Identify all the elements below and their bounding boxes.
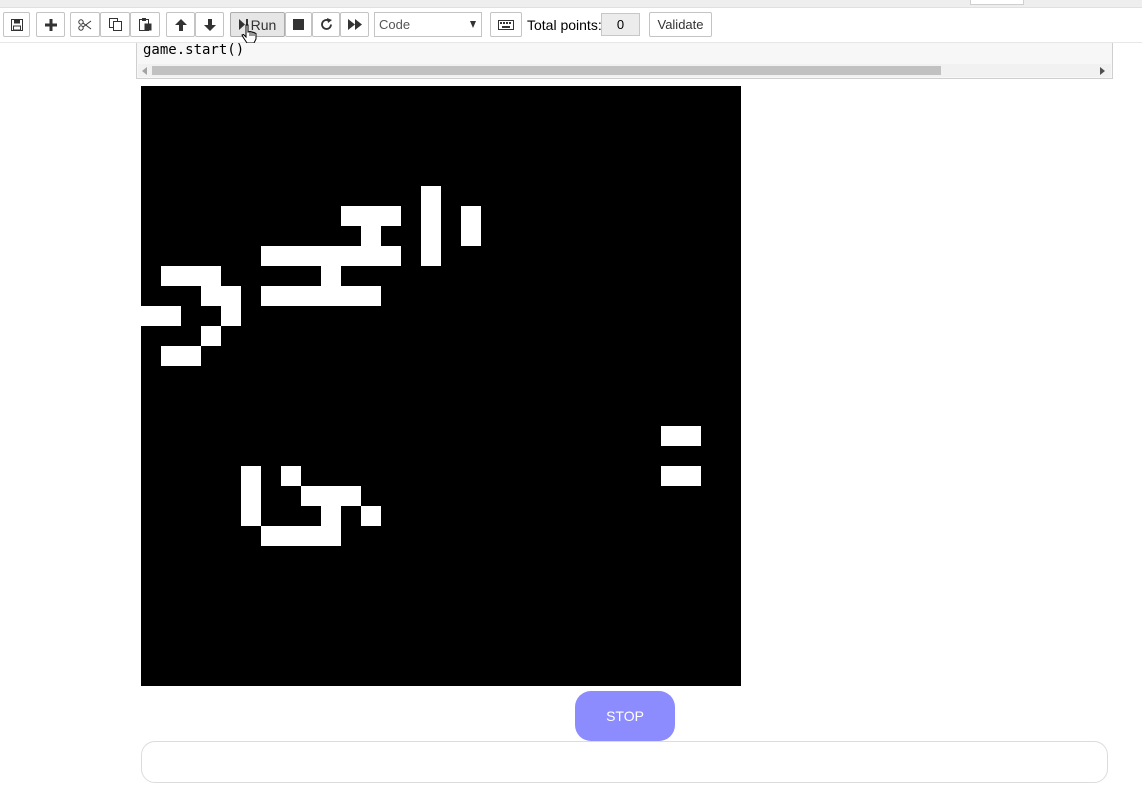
paste-icon bbox=[138, 18, 151, 31]
stop-button[interactable]: STOP bbox=[575, 691, 675, 741]
total-points-field[interactable]: 0 bbox=[601, 13, 640, 36]
horizontal-scrollbar[interactable] bbox=[138, 64, 1111, 77]
live-cell bbox=[301, 486, 321, 506]
live-cell bbox=[281, 286, 301, 306]
plus-icon bbox=[44, 18, 57, 31]
live-cell bbox=[421, 246, 441, 266]
live-cell bbox=[381, 246, 401, 266]
fast-forward-icon bbox=[347, 19, 362, 30]
live-cell bbox=[321, 506, 341, 526]
live-cell bbox=[221, 306, 241, 326]
live-cell bbox=[361, 246, 381, 266]
live-cell bbox=[361, 506, 381, 526]
command-palette-button[interactable] bbox=[490, 12, 522, 37]
live-cell bbox=[321, 526, 341, 546]
scroll-right-icon[interactable] bbox=[1100, 67, 1105, 75]
live-cell bbox=[321, 246, 341, 266]
live-cell bbox=[341, 286, 361, 306]
live-cell bbox=[661, 426, 681, 446]
interrupt-button[interactable] bbox=[285, 12, 312, 37]
total-points-label: Total points: bbox=[527, 17, 602, 33]
live-cell bbox=[241, 486, 261, 506]
live-cell bbox=[261, 526, 281, 546]
game-of-life-board[interactable] bbox=[141, 86, 741, 686]
live-cell bbox=[421, 206, 441, 226]
live-cell bbox=[141, 306, 161, 326]
live-cell bbox=[381, 206, 401, 226]
live-cell bbox=[341, 206, 361, 226]
hand-cursor-icon bbox=[241, 24, 257, 44]
move-down-button[interactable] bbox=[195, 12, 224, 37]
live-cell bbox=[321, 286, 341, 306]
restart-button[interactable] bbox=[312, 12, 340, 37]
live-cell bbox=[201, 326, 221, 346]
stop-square-icon bbox=[293, 19, 304, 30]
live-cell bbox=[181, 266, 201, 286]
live-cell bbox=[681, 426, 701, 446]
live-cell bbox=[681, 466, 701, 486]
keyboard-icon bbox=[498, 19, 514, 30]
live-cell bbox=[281, 526, 301, 546]
live-cell bbox=[261, 286, 281, 306]
paste-button[interactable] bbox=[130, 12, 160, 37]
live-cell bbox=[361, 226, 381, 246]
top-tab-edge bbox=[970, 0, 1024, 5]
run-all-button[interactable] bbox=[340, 12, 369, 37]
live-cell bbox=[461, 206, 481, 226]
live-cell bbox=[201, 266, 221, 286]
live-cell bbox=[421, 226, 441, 246]
arrow-down-icon bbox=[203, 18, 216, 31]
copy-icon bbox=[108, 18, 122, 31]
live-cell bbox=[301, 246, 321, 266]
cell-type-select[interactable]: Code bbox=[374, 12, 482, 37]
live-cell bbox=[341, 486, 361, 506]
code-cell[interactable]: game.start() bbox=[136, 43, 1113, 79]
live-cell bbox=[321, 486, 341, 506]
cell-type-value: Code bbox=[379, 17, 411, 32]
output-text-field[interactable] bbox=[141, 741, 1108, 783]
live-cell bbox=[281, 246, 301, 266]
validate-button[interactable]: Validate bbox=[649, 12, 712, 37]
insert-cell-button[interactable] bbox=[36, 12, 65, 37]
live-cell bbox=[241, 466, 261, 486]
move-up-button[interactable] bbox=[166, 12, 195, 37]
live-cell bbox=[221, 286, 241, 306]
live-cell bbox=[161, 306, 181, 326]
live-cell bbox=[461, 226, 481, 246]
live-cell bbox=[241, 506, 261, 526]
save-button[interactable] bbox=[3, 12, 30, 37]
copy-button[interactable] bbox=[100, 12, 130, 37]
live-cell bbox=[281, 466, 301, 486]
cut-button[interactable] bbox=[70, 12, 100, 37]
scissors-icon bbox=[78, 18, 92, 31]
notebook-toolbar: Run Code Total points: 0 Validate bbox=[0, 8, 1142, 43]
live-cell bbox=[321, 266, 341, 286]
restart-icon bbox=[320, 18, 332, 30]
live-cell bbox=[201, 286, 221, 306]
live-cell bbox=[161, 346, 181, 366]
live-cell bbox=[181, 346, 201, 366]
live-cell bbox=[301, 526, 321, 546]
live-cell bbox=[161, 266, 181, 286]
scrollbar-thumb[interactable] bbox=[152, 66, 941, 75]
live-cell bbox=[661, 466, 681, 486]
live-cell bbox=[341, 246, 361, 266]
chevron-down-icon bbox=[470, 21, 476, 28]
top-strip bbox=[0, 0, 1142, 8]
live-cell bbox=[421, 186, 441, 206]
live-cell bbox=[361, 286, 381, 306]
live-cell bbox=[361, 206, 381, 226]
scroll-left-icon[interactable] bbox=[142, 67, 147, 75]
arrow-up-icon bbox=[174, 18, 187, 31]
live-cell bbox=[301, 286, 321, 306]
live-cell bbox=[261, 246, 281, 266]
code-line: game.start() bbox=[143, 42, 245, 58]
save-icon bbox=[10, 18, 23, 31]
